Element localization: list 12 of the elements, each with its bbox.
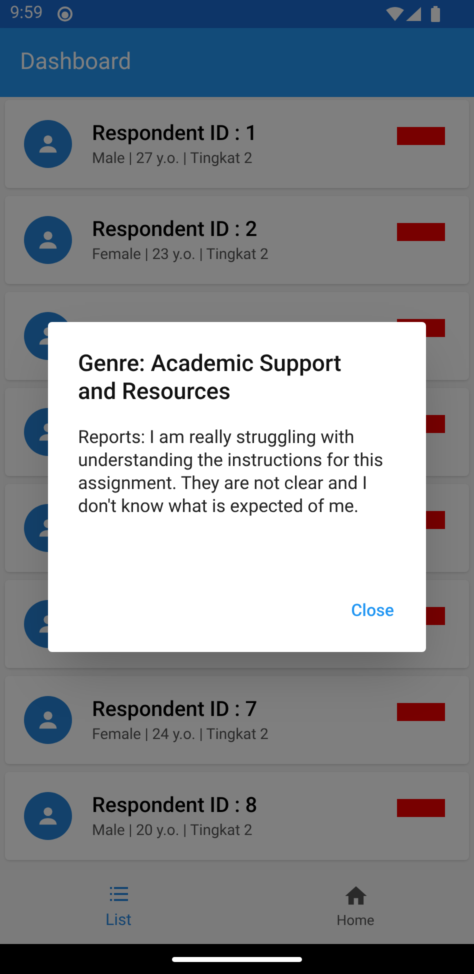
respondent-title: Respondent ID : 8	[92, 793, 258, 820]
dialog-message: Reports: I am really struggling with understanding the instructions for this assignment. They are not clear and I don't know what is expected of me.	[78, 426, 384, 518]
dialog-title: Genre: Academic Support and Resources	[78, 350, 342, 406]
respondent-subtitle: Male | 27 y.o. | Tingkat 2	[92, 148, 254, 168]
respondent-subtitle: Female | 24 y.o. | Tingkat 2	[92, 724, 270, 744]
respondent-title: Respondent ID : 7	[92, 697, 258, 724]
respondent-subtitle: Male | 20 y.o. | Tingkat 2	[92, 820, 254, 840]
app-bar-title: Dashboard	[20, 47, 132, 78]
respondent-title: Respondent ID : 2	[92, 217, 258, 244]
respondent-title: Respondent ID : 1	[92, 121, 258, 148]
status-time: 9:59	[10, 2, 43, 26]
respondent-subtitle: Female | 23 y.o. | Tingkat 2	[92, 244, 270, 264]
